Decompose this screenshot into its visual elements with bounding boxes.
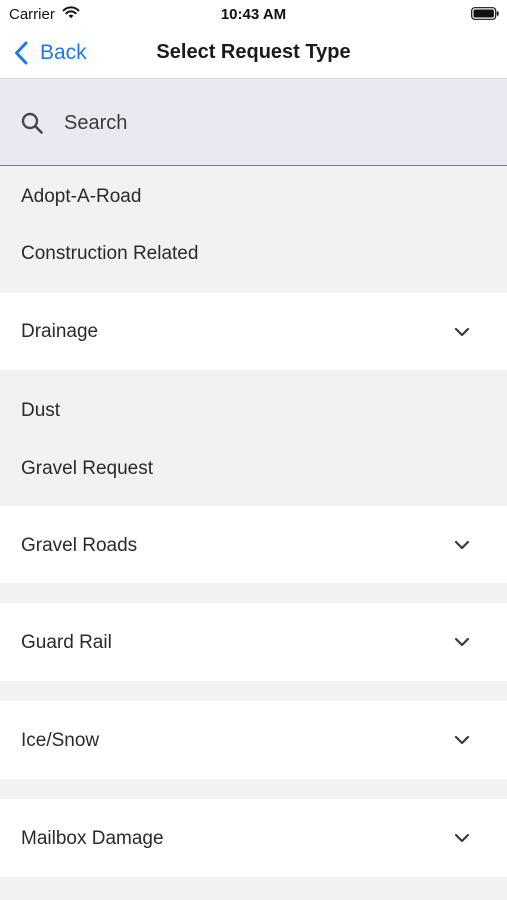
list-item-drainage[interactable]: Drainage: [0, 293, 507, 370]
search-icon: [21, 112, 43, 134]
chevron-down-icon[interactable]: [454, 540, 470, 550]
list-item-adopt-a-road[interactable]: Adopt-A-Road: [0, 166, 507, 224]
list-item-label: Construction Related: [21, 243, 199, 264]
list-group: Dust Gravel Request: [0, 371, 507, 505]
list-item-construction-related[interactable]: Construction Related: [0, 224, 507, 282]
search-input[interactable]: [64, 108, 484, 138]
list-item-label: Mailbox Damage: [21, 828, 164, 849]
chevron-down-icon[interactable]: [454, 637, 470, 647]
page-title: Select Request Type: [156, 41, 351, 63]
list-item-gravel-request[interactable]: Gravel Request: [0, 429, 507, 487]
list-item-label: Gravel Roads: [21, 535, 138, 556]
status-bar: Carrier 10:43 AM: [0, 0, 507, 28]
list-item-gravel-roads[interactable]: Gravel Roads: [0, 506, 507, 583]
list-item-mailbox-damage[interactable]: Mailbox Damage: [0, 799, 507, 877]
list-item-label: Adopt-A-Road: [21, 186, 142, 207]
battery-icon: [471, 7, 499, 20]
chevron-down-icon[interactable]: [454, 833, 470, 843]
search-bar: [0, 80, 507, 166]
chevron-down-icon[interactable]: [454, 735, 470, 745]
list-item-guard-rail[interactable]: Guard Rail: [0, 603, 507, 681]
list-item-label: Ice/Snow: [21, 730, 100, 751]
chevron-down-icon[interactable]: [454, 327, 470, 337]
list-item-label: Gravel Request: [21, 458, 154, 479]
list-group: Adopt-A-Road Construction Related: [0, 166, 507, 292]
list-item-dust[interactable]: Dust: [0, 371, 507, 429]
list-item-label: Dust: [21, 400, 61, 421]
status-time: 10:43 AM: [220, 6, 287, 23]
list-item-ice-snow[interactable]: Ice/Snow: [0, 701, 507, 779]
navigation-bar: Back Select Request Type: [0, 28, 507, 79]
list-item-label: Guard Rail: [21, 632, 112, 653]
list-item-label: Drainage: [21, 321, 99, 342]
